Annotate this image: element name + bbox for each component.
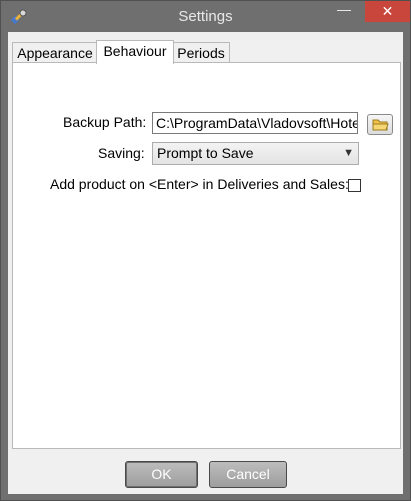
tab-behaviour[interactable]: Behaviour: [96, 40, 174, 64]
saving-label: Saving:: [98, 145, 145, 161]
minimize-button[interactable]: —: [324, 2, 364, 22]
settings-window: Settings — ✕ Appearance Behaviour Period…: [0, 0, 411, 501]
add-product-label: Add product on <Enter> in Deliveries and…: [50, 176, 349, 192]
backup-path-field[interactable]: C:\ProgramData\Vladovsoft\Hotel: [152, 112, 358, 134]
saving-value: Prompt to Save: [157, 145, 254, 161]
tab-periods[interactable]: Periods: [172, 42, 230, 63]
backup-path-label: Backup Path:: [63, 114, 147, 130]
close-button[interactable]: ✕: [365, 1, 410, 22]
folder-icon: [368, 119, 392, 138]
behaviour-panel: Backup Path: C:\ProgramData\Vladovsoft\H…: [12, 62, 401, 449]
title-bar[interactable]: Settings — ✕: [1, 1, 410, 32]
dialog-client-area: Appearance Behaviour Periods Backup Path…: [8, 32, 403, 494]
cancel-button[interactable]: Cancel: [209, 461, 287, 488]
ok-button[interactable]: OK: [125, 461, 198, 488]
browse-folder-button[interactable]: [367, 114, 393, 135]
add-product-checkbox[interactable]: [348, 179, 361, 192]
saving-dropdown[interactable]: Prompt to Save ▼: [152, 142, 359, 165]
chevron-down-icon: ▼: [343, 147, 354, 159]
tab-appearance[interactable]: Appearance: [12, 42, 98, 63]
